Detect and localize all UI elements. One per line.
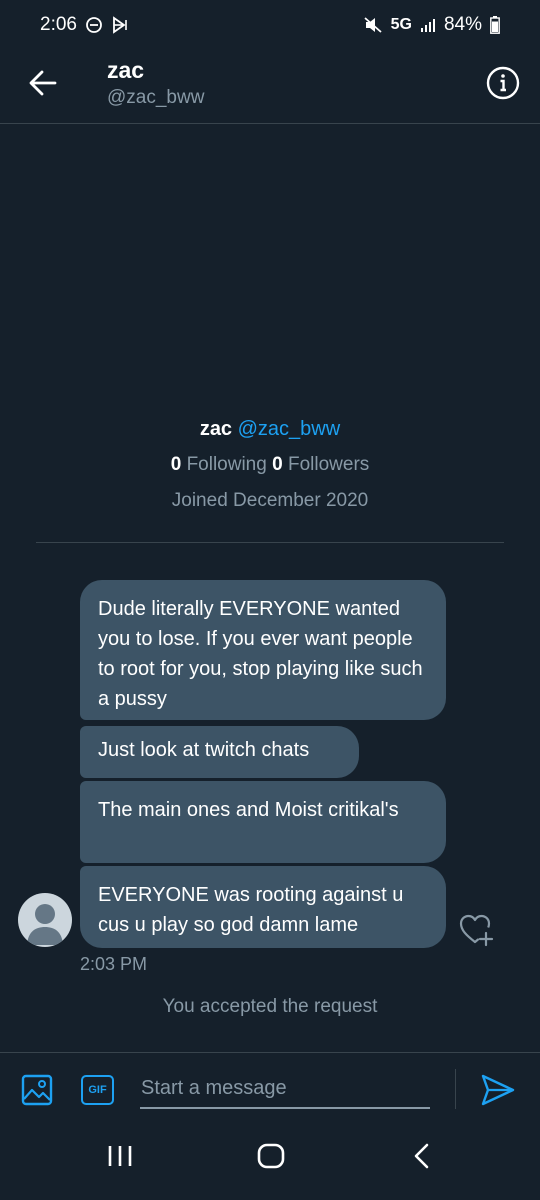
profile-summary: zac @zac_bww 0 Following 0 Followers Joi…	[0, 418, 540, 512]
home-icon	[257, 1143, 285, 1169]
send-icon	[481, 1074, 515, 1106]
profile-handle: @zac_bww	[237, 418, 341, 440]
composer-separator	[455, 1069, 456, 1109]
sound-icon	[111, 16, 129, 34]
message-bubble[interactable]: The main ones and Moist critikal's	[80, 781, 446, 863]
home-button[interactable]	[256, 1142, 286, 1170]
status-bar: 2:06 5G 84%	[0, 0, 540, 50]
info-icon	[486, 66, 520, 100]
arrow-left-icon	[29, 70, 57, 96]
following-label: Following	[186, 454, 267, 475]
conversation-header: zac @zac_bww	[0, 50, 540, 124]
info-button[interactable]	[484, 64, 522, 102]
joined-date: Joined December 2020	[171, 490, 369, 511]
back-button[interactable]	[26, 66, 60, 100]
recents-icon	[108, 1146, 132, 1166]
system-navigation-bar	[0, 1126, 540, 1200]
do-not-disturb-icon	[85, 16, 103, 34]
network-type: 5G	[390, 16, 412, 33]
divider	[36, 542, 504, 543]
message-bubble[interactable]: Dude literally EVERYONE wanted you to lo…	[80, 580, 446, 720]
chevron-left-icon	[414, 1143, 429, 1169]
message-bubble[interactable]: Just look at twitch chats	[80, 726, 359, 778]
add-reaction-button[interactable]	[458, 912, 496, 948]
default-avatar-icon	[27, 904, 63, 945]
message-composer: GIF	[0, 1052, 540, 1126]
message-timestamp: 2:03 PM	[80, 954, 148, 974]
status-time: 2:06	[40, 14, 77, 35]
send-button[interactable]	[480, 1073, 516, 1107]
battery-percent: 84%	[443, 14, 482, 35]
profile-name: zac	[199, 418, 233, 440]
message-input[interactable]	[140, 1069, 430, 1109]
header-handle: @zac_bww	[107, 87, 205, 108]
avatar[interactable]	[18, 893, 72, 947]
system-back-button[interactable]	[410, 1142, 434, 1170]
profile-stats: 0 Following 0 Followers	[0, 454, 540, 476]
image-icon	[21, 1074, 53, 1106]
signal-icon	[420, 17, 436, 33]
header-name: zac	[107, 57, 145, 83]
gif-button[interactable]: GIF	[81, 1075, 114, 1105]
followers-count: 0	[272, 454, 283, 475]
mute-icon	[363, 16, 383, 34]
profile-title[interactable]: zac @zac_bww	[0, 418, 540, 441]
message-bubble[interactable]: EVERYONE was rooting against u cus u pla…	[80, 866, 446, 948]
battery-icon	[490, 16, 500, 34]
heart-plus-icon	[459, 914, 494, 947]
add-media-button[interactable]	[20, 1073, 54, 1107]
recent-apps-button[interactable]	[106, 1143, 134, 1169]
followers-label: Followers	[287, 454, 370, 475]
following-count: 0	[170, 454, 182, 475]
request-accepted-notice: You accepted the request	[162, 996, 378, 1017]
